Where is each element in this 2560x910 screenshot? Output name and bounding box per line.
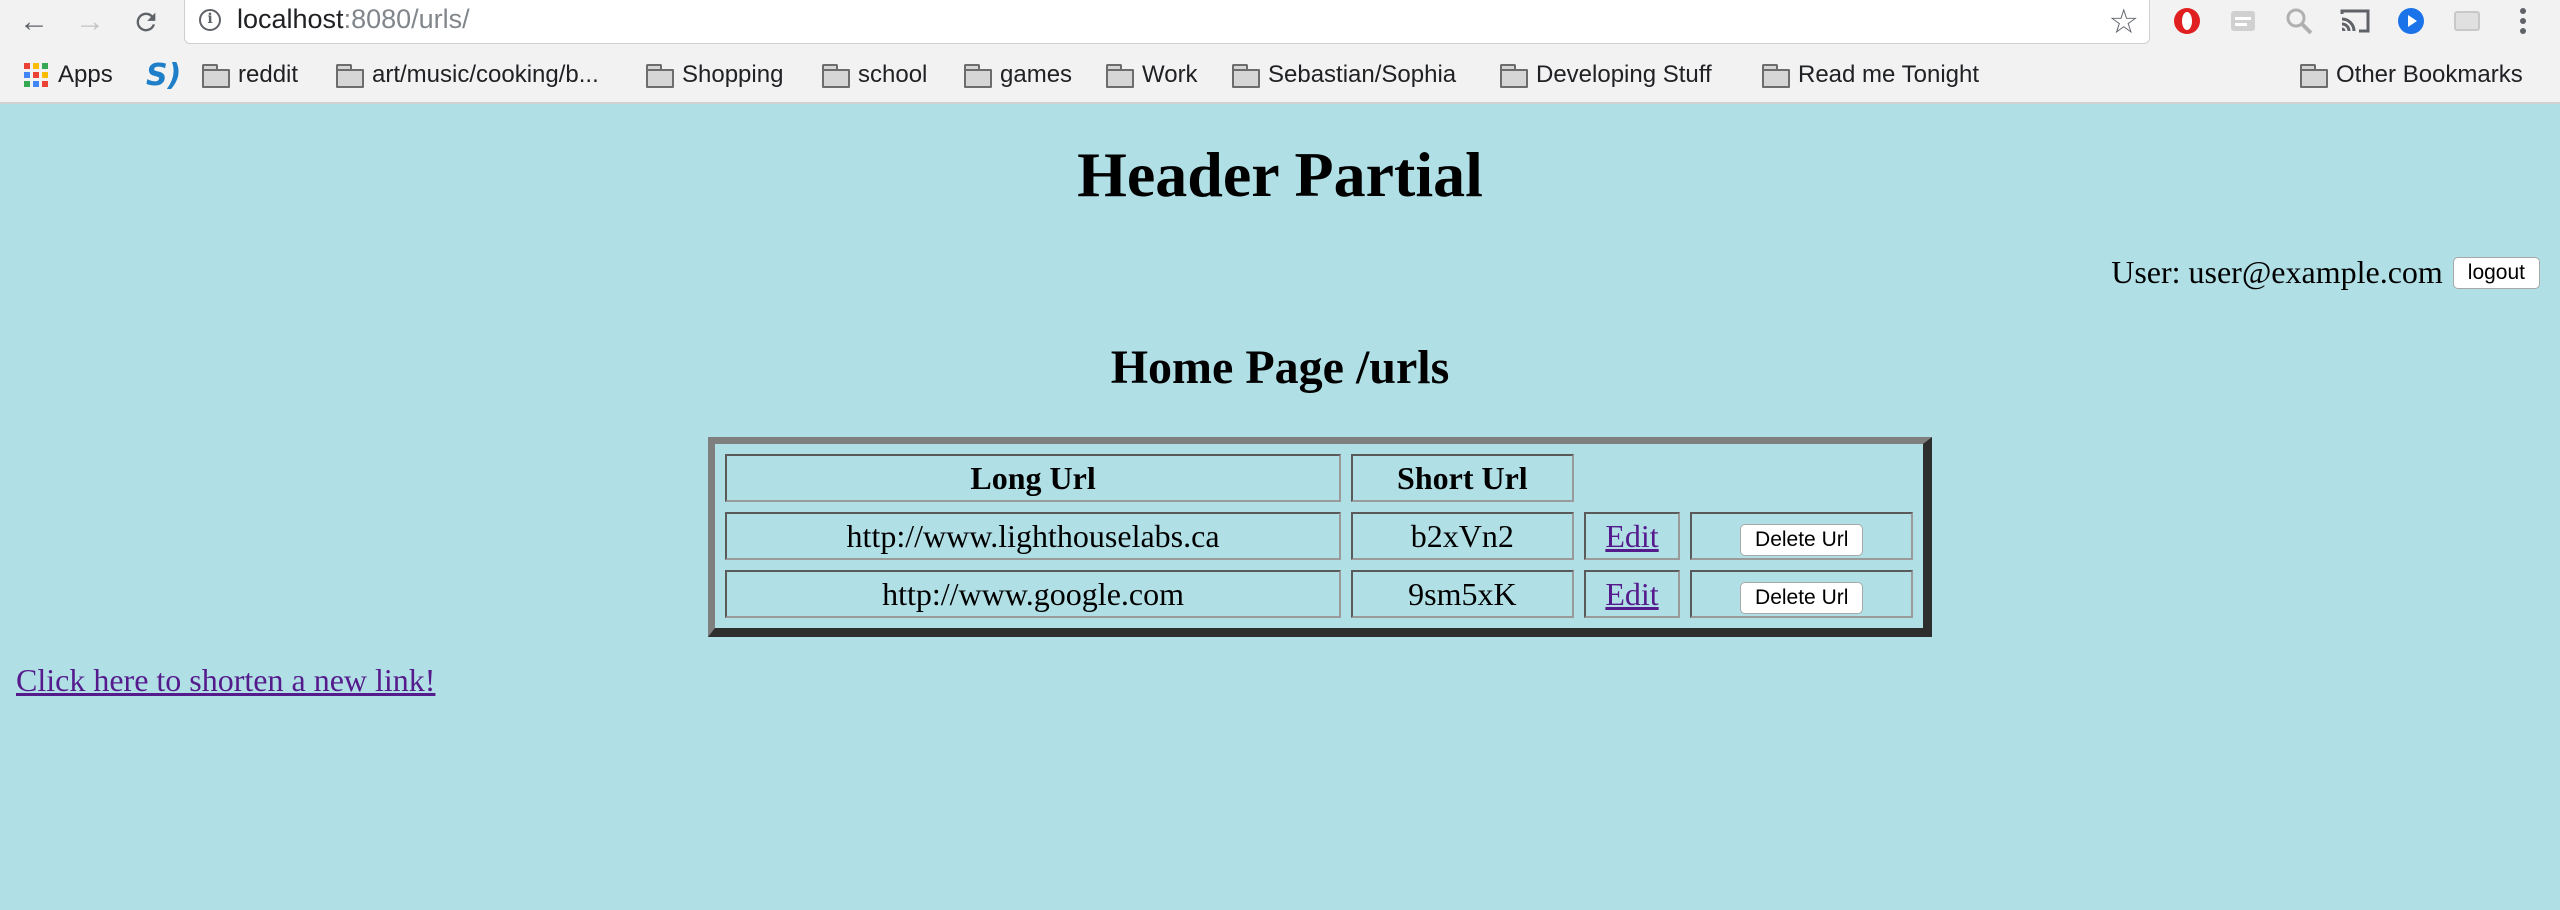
bookmark-folder-developing-stuff[interactable]: Developing Stuff [1500,58,1712,92]
folder-icon [822,64,850,88]
menu-dots-icon[interactable] [2506,4,2540,38]
bookmark-sitepoint[interactable]: S) [146,57,182,93]
bookmarks-bar: Apps S) reddit art/music/cooking/b... Sh… [0,52,2560,98]
bookmark-label: Read me Tonight [1798,61,1980,88]
bookmark-label: Other Bookmarks [2336,61,2523,88]
url-text[interactable]: localhost:8080/urls/ [237,4,470,35]
window-extension-icon[interactable] [2450,4,2484,38]
inspect-extension-icon[interactable] [2282,4,2316,38]
info-icon[interactable]: i [199,9,221,31]
delete-cell: Delete Url [1690,512,1913,560]
folder-icon [1232,64,1260,88]
shorten-new-link[interactable]: Click here to shorten a new link! [16,662,435,699]
bookmark-other-bookmarks[interactable]: Other Bookmarks [2300,58,2523,92]
bookmark-label: Developing Stuff [1536,61,1712,88]
header-partial-title: Header Partial [1077,139,1483,210]
bookmark-label: Sebastian/Sophia [1268,61,1457,88]
folder-icon [1106,64,1134,88]
apps-icon [24,63,48,87]
css-extension-icon[interactable] [2226,4,2260,38]
opera-extension-icon[interactable] [2170,4,2204,38]
column-header-blank [1690,454,1913,502]
bookmark-folder-shopping[interactable]: Shopping [646,58,783,92]
url-path: :8080/urls/ [343,4,470,34]
bookmark-apps[interactable]: Apps [24,58,113,92]
bookmark-label: games [1000,61,1073,88]
bookmark-folder-reddit[interactable]: reddit [202,58,298,92]
play-extension-icon[interactable] [2394,4,2428,38]
table-row: http://www.lighthouselabs.ca b2xVn2 Edit… [725,512,1913,560]
bookmark-folder-work[interactable]: Work [1106,58,1198,92]
bookmark-star-icon[interactable]: ☆ [2109,2,2139,42]
delete-url-button[interactable]: Delete Url [1740,581,1864,614]
long-url-cell: http://www.lighthouselabs.ca [725,512,1342,560]
folder-icon [202,64,230,88]
bookmark-label: reddit [238,61,299,88]
edit-link[interactable]: Edit [1605,518,1658,554]
browser-toolbar: ← → i localhost:8080/urls/ ☆ [0,0,2560,48]
user-email-label: User: user@example.com [2111,254,2443,290]
folder-icon [1762,64,1790,88]
short-url-cell: b2xVn2 [1351,512,1574,560]
edit-cell: Edit [1583,570,1681,618]
urls-table: Long Url Short Url http://www.lighthouse… [708,437,1932,637]
bookmark-folder-games[interactable]: games [964,58,1072,92]
column-header-short-url: Short Url [1351,454,1574,502]
delete-url-button[interactable]: Delete Url [1740,523,1864,556]
edit-link[interactable]: Edit [1605,576,1658,612]
folder-icon [964,64,992,88]
browser-chrome: ← → i localhost:8080/urls/ ☆ Apps S) red… [0,0,2560,104]
bookmark-folder-sebastian-sophia[interactable]: Sebastian/Sophia [1232,58,1456,92]
forward-icon[interactable]: → [72,4,108,40]
column-header-long-url: Long Url [725,454,1342,502]
folder-icon [646,64,674,88]
reload-icon[interactable] [128,4,164,40]
edit-cell: Edit [1583,512,1681,560]
bookmark-label: Shopping [682,61,784,88]
column-header-blank [1584,454,1681,502]
bookmark-folder-school[interactable]: school [822,58,927,92]
page-content: Header Partial User: user@example.com lo… [0,104,2560,910]
bookmark-folder-read-me-tonight[interactable]: Read me Tonight [1762,58,1979,92]
long-url-cell: http://www.google.com [725,570,1342,618]
bookmark-label: Work [1142,61,1198,88]
bookmark-folder-art[interactable]: art/music/cooking/b... [336,58,599,92]
bookmark-label: Apps [58,61,113,88]
url-host: localhost [237,4,344,34]
logout-button[interactable]: logout [2452,256,2540,289]
bookmark-label: art/music/cooking/b... [372,61,599,88]
cast-icon[interactable] [2338,4,2372,38]
table-header-row: Long Url Short Url [725,454,1913,502]
table-row: http://www.google.com 9sm5xK Edit Delete… [725,570,1913,618]
page-title: Home Page /urls [1110,341,1450,394]
user-info: User: user@example.com logout [2111,254,2540,291]
sitepoint-s-icon: S) [146,57,182,93]
folder-icon [1500,64,1528,88]
folder-icon [2300,64,2328,88]
folder-icon [336,64,364,88]
delete-cell: Delete Url [1690,570,1913,618]
back-icon[interactable]: ← [16,4,52,40]
bookmark-label: school [858,61,928,88]
address-bar[interactable]: i localhost:8080/urls/ ☆ [184,0,2150,44]
short-url-cell: 9sm5xK [1351,570,1574,618]
